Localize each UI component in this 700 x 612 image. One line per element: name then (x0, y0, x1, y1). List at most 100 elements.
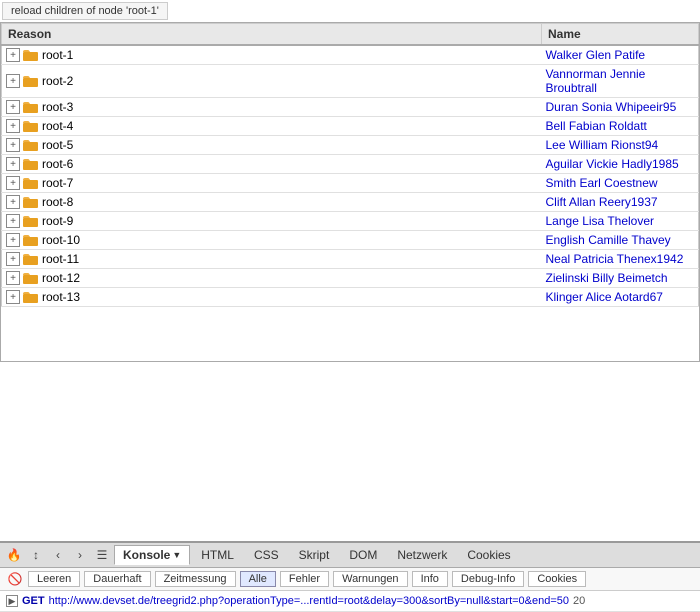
reason-cell: + root-8 (2, 193, 542, 212)
reason-cell: + root-13 (2, 288, 542, 307)
expand-button[interactable]: + (6, 74, 20, 88)
expand-button[interactable]: + (6, 100, 20, 114)
filter-leeren[interactable]: Leeren (28, 571, 80, 587)
back-btn[interactable]: ‹ (48, 545, 68, 565)
folder-icon (23, 101, 39, 113)
filter-clear-icon[interactable]: 🚫 (6, 570, 24, 588)
name-cell: Lee William Rionst94 (542, 136, 699, 155)
expand-button[interactable]: + (6, 157, 20, 171)
tab-css[interactable]: CSS (245, 545, 288, 565)
node-id-label: root-6 (42, 157, 73, 171)
expand-button[interactable]: + (6, 214, 20, 228)
filter-bar: 🚫 Leeren Dauerhaft Zeitmessung Alle Fehl… (0, 568, 700, 591)
tab-cookies[interactable]: Cookies (458, 545, 519, 565)
reason-cell: +root-1 (2, 45, 542, 65)
list-icon-btn[interactable]: ☰ (92, 545, 112, 565)
node-id-label: root-13 (42, 290, 80, 304)
reason-cell: + root-10 (2, 231, 542, 250)
expand-button[interactable]: + (6, 271, 20, 285)
expand-button[interactable]: + (6, 176, 20, 190)
reason-cell: + root-5 (2, 136, 542, 155)
reason-cell: + root-9 (2, 212, 542, 231)
table-row[interactable]: + root-6 Aguilar Vickie Hadly1985 (2, 155, 699, 174)
folder-icon (23, 158, 39, 170)
forward-btn[interactable]: › (70, 545, 90, 565)
col-name-header: Name (542, 24, 699, 46)
log-method: GET (22, 595, 45, 607)
name-cell: Lange Lisa Thelover (542, 212, 699, 231)
tab-dom[interactable]: DOM (340, 545, 386, 565)
tab-konsole[interactable]: Konsole ▼ (114, 545, 190, 565)
filter-alle[interactable]: Alle (240, 571, 276, 587)
node-id-label: root-5 (42, 138, 73, 152)
folder-icon (23, 291, 39, 303)
node-id-label: root-11 (42, 252, 79, 266)
expand-button[interactable]: + (6, 119, 20, 133)
filter-dauerhaft[interactable]: Dauerhaft (84, 571, 150, 587)
devtools-tab-bar: 🔥 ↕ ‹ › ☰ Konsole ▼ HTML CSS Skript DOM … (0, 543, 700, 568)
table-row[interactable]: +root-12Zielinski Billy Beimetch (2, 269, 699, 288)
name-cell: Walker Glen Patife (542, 45, 699, 65)
folder-icon (23, 177, 39, 189)
table-row[interactable]: + root-13 Klinger Alice Aotard67 (2, 288, 699, 307)
table-row[interactable]: + root-9 Lange Lisa Thelover (2, 212, 699, 231)
expand-button[interactable]: + (6, 48, 20, 62)
expand-button[interactable]: + (6, 233, 20, 247)
expand-button[interactable]: + (6, 138, 20, 152)
filter-info[interactable]: Info (412, 571, 448, 587)
node-id-label: root-2 (42, 74, 73, 88)
log-expand-icon[interactable]: ▶ (6, 595, 18, 607)
table-row[interactable]: + root-8 Clift Allan Reery1937 (2, 193, 699, 212)
expand-button[interactable]: + (6, 195, 20, 209)
node-id-label: root-10 (42, 233, 80, 247)
treegrid-scroll[interactable]: Reason Name +root-1Walker Glen Patife+ro… (1, 23, 699, 361)
reason-cell: +root-7 (2, 174, 542, 193)
table-row[interactable]: + root-5 Lee William Rionst94 (2, 136, 699, 155)
table-row[interactable]: + root-4 Bell Fabian Roldatt (2, 117, 699, 136)
cursor-icon-btn[interactable]: ↕ (26, 545, 46, 565)
name-cell: English Camille Thavey (542, 231, 699, 250)
filter-fehler[interactable]: Fehler (280, 571, 329, 587)
folder-icon (23, 120, 39, 132)
folder-icon (23, 215, 39, 227)
table-row[interactable]: +root-7Smith Earl Coestnew (2, 174, 699, 193)
table-row[interactable]: + root-10 English Camille Thavey (2, 231, 699, 250)
node-id-label: root-12 (42, 271, 80, 285)
col-reason-header: Reason (2, 24, 542, 46)
folder-icon (23, 49, 39, 61)
name-cell: Klinger Alice Aotard67 (542, 288, 699, 307)
table-row[interactable]: + root-2 Vannorman Jennie Broubtrall (2, 65, 699, 98)
filter-debug-info[interactable]: Debug-Info (452, 571, 524, 587)
reason-cell: + root-3 (2, 98, 542, 117)
folder-icon (23, 253, 39, 265)
folder-icon (23, 234, 39, 246)
name-cell: Aguilar Vickie Hadly1985 (542, 155, 699, 174)
flame-icon-btn[interactable]: 🔥 (4, 545, 24, 565)
name-cell: Clift Allan Reery1937 (542, 193, 699, 212)
filter-warnungen[interactable]: Warnungen (333, 571, 407, 587)
reason-cell: + root-6 (2, 155, 542, 174)
reason-cell: + root-12 (2, 269, 542, 288)
tab-html[interactable]: HTML (192, 545, 243, 565)
tab-skript[interactable]: Skript (290, 545, 339, 565)
tooltip-bar: reload children of node 'root-1' (0, 0, 700, 22)
treegrid: Reason Name +root-1Walker Glen Patife+ro… (1, 23, 699, 307)
filter-zeitmessung[interactable]: Zeitmessung (155, 571, 236, 587)
node-id-label: root-8 (42, 195, 73, 209)
table-row[interactable]: +root-3Duran Sonia Whipeeir95 (2, 98, 699, 117)
table-row[interactable]: + root-11 Neal Patricia Thenex1942 (2, 250, 699, 269)
tab-netzwerk[interactable]: Netzwerk (388, 545, 456, 565)
expand-button[interactable]: + (6, 252, 20, 266)
node-id-label: root-9 (42, 214, 73, 228)
name-cell: Bell Fabian Roldatt (542, 117, 699, 136)
expand-button[interactable]: + (6, 290, 20, 304)
node-id-label: root-3 (42, 100, 73, 114)
filter-cookies[interactable]: Cookies (528, 571, 586, 587)
table-row[interactable]: +root-1Walker Glen Patife (2, 45, 699, 65)
folder-icon (23, 272, 39, 284)
treegrid-body: +root-1Walker Glen Patife+root-2Vannorma… (2, 45, 699, 307)
name-cell: Neal Patricia Thenex1942 (542, 250, 699, 269)
node-id-label: root-4 (42, 119, 73, 133)
name-cell: Smith Earl Coestnew (542, 174, 699, 193)
name-cell: Vannorman Jennie Broubtrall (542, 65, 699, 98)
